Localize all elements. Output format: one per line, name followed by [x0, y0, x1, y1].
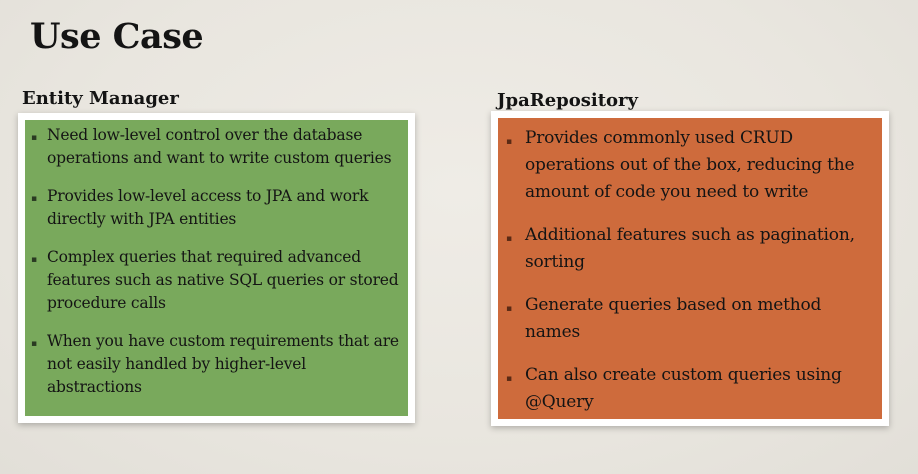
list-item-text: Provides commonly used CRUD operations o…	[525, 128, 855, 202]
bullet-icon: ▪	[31, 255, 37, 265]
list-item: ▪ Generate queries based on method names	[506, 292, 874, 346]
bullet-icon: ▪	[31, 194, 37, 204]
bullet-icon: ▪	[31, 339, 37, 349]
list-item: ▪ Provides low-level access to JPA and wo…	[31, 185, 400, 231]
list-item-text: Generate queries based on method names	[525, 295, 822, 342]
list-item-text: Need low-level control over the database…	[47, 126, 392, 167]
jpa-repository-card: ▪ Provides commonly used CRUD operations …	[491, 111, 889, 426]
list-item: ▪ Provides commonly used CRUD operations …	[506, 125, 874, 206]
entity-manager-list: ▪ Need low-level control over the databas…	[25, 120, 408, 399]
list-item-text: Complex queries that required advanced f…	[47, 248, 399, 312]
bullet-icon: ▪	[31, 133, 37, 143]
entity-manager-heading: Entity Manager	[22, 88, 179, 109]
list-item-text: Additional features such as pagination, …	[525, 225, 855, 272]
jpa-repository-list: ▪ Provides commonly used CRUD operations …	[498, 118, 882, 416]
bullet-icon: ▪	[506, 137, 512, 147]
entity-manager-card: ▪ Need low-level control over the databas…	[18, 113, 415, 423]
list-item: ▪ Need low-level control over the databas…	[31, 124, 400, 170]
bullet-icon: ▪	[506, 374, 512, 384]
list-item: ▪ Additional features such as pagination,…	[506, 222, 874, 276]
bullet-icon: ▪	[506, 304, 512, 314]
jpa-repository-heading: JpaRepository	[497, 90, 639, 111]
list-item-text: Can also create custom queries using @Qu…	[525, 365, 842, 412]
list-item-text: When you have custom requirements that a…	[47, 332, 399, 396]
list-item-text: Provides low-level access to JPA and wor…	[47, 187, 369, 228]
list-item: ▪ Can also create custom queries using @Q…	[506, 362, 874, 416]
bullet-icon: ▪	[506, 234, 512, 244]
list-item: ▪ Complex queries that required advanced …	[31, 246, 400, 315]
slide-title: Use Case	[30, 16, 204, 57]
list-item: ▪ When you have custom requirements that …	[31, 330, 400, 399]
